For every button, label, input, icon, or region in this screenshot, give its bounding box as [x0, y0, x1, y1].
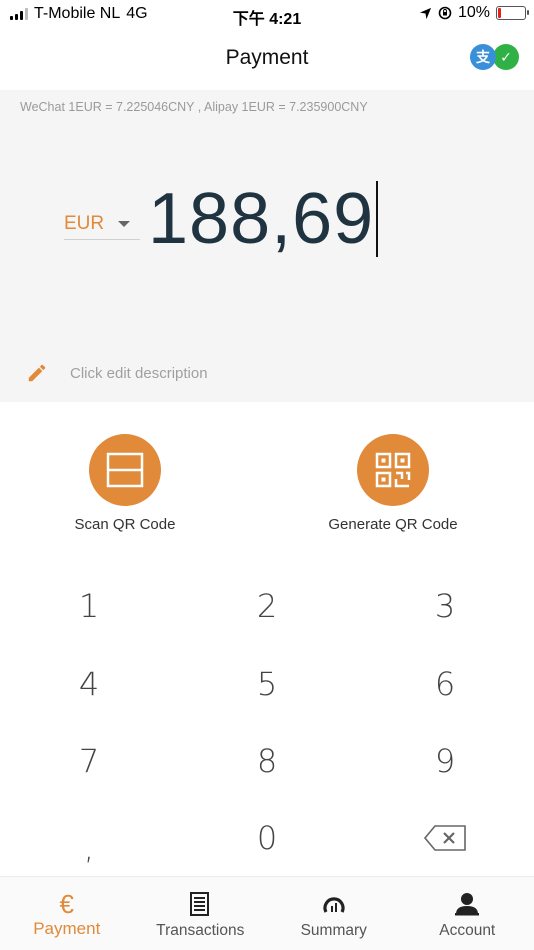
backspace-key[interactable] — [365, 806, 525, 870]
nav-summary[interactable]: Summary — [267, 877, 401, 950]
text-cursor — [376, 181, 379, 257]
caret-down-icon — [118, 220, 131, 227]
key-1[interactable]: 1 — [9, 574, 169, 638]
battery-level — [498, 8, 501, 18]
key-9[interactable]: 9 — [365, 729, 525, 793]
alipay-icon[interactable]: 支 — [470, 44, 496, 70]
location-arrow-icon — [419, 7, 432, 19]
nav-payment[interactable]: € Payment — [0, 877, 134, 950]
currency-selector[interactable]: EUR — [64, 208, 140, 240]
user-icon — [454, 891, 480, 917]
currency-label: EUR — [64, 212, 105, 234]
nav-account-label: Account — [439, 922, 496, 939]
amount-panel: WeChat 1EUR = 7.225046CNY , Alipay 1EUR … — [0, 90, 534, 402]
page-title: Payment — [225, 46, 309, 69]
status-right: 10% — [419, 4, 529, 22]
battery-percent: 10% — [457, 4, 490, 21]
euro-icon: € — [59, 888, 74, 919]
scan-qr-button[interactable]: Scan QR Code — [35, 434, 215, 533]
description-row[interactable]: Click edit description — [26, 362, 208, 384]
gauge-icon — [322, 891, 346, 917]
amount-value: 188,69 — [148, 179, 375, 259]
orientation-lock-icon — [438, 6, 452, 20]
generate-qr-label: Generate QR Code — [328, 516, 458, 533]
receipt-icon — [190, 891, 210, 917]
key-7[interactable]: 7 — [9, 729, 169, 793]
qr-code-icon — [357, 434, 429, 506]
key-2[interactable]: 2 — [187, 574, 347, 638]
wechat-icon[interactable]: ✓ — [493, 44, 519, 70]
key-8[interactable]: 8 — [187, 729, 347, 793]
nav-summary-label: Summary — [300, 922, 367, 939]
nav-account[interactable]: Account — [401, 877, 534, 950]
nav-payment-label: Payment — [33, 919, 101, 938]
key-0[interactable]: 0 — [187, 806, 347, 870]
payment-methods[interactable]: 支 ✓ — [470, 44, 519, 70]
key-6[interactable]: 6 — [365, 652, 525, 716]
app-header: Payment 支 ✓ — [0, 28, 534, 90]
nav-transactions-label: Transactions — [156, 922, 245, 939]
status-bar: T-Mobile NL 4G 下午 4:21 10% — [0, 0, 534, 28]
battery-icon — [496, 6, 529, 20]
bottom-nav: € Payment Transactions Summary Account — [0, 876, 534, 950]
amount-input[interactable]: 188,69 — [148, 178, 379, 260]
scan-icon — [89, 434, 161, 506]
key-3[interactable]: 3 — [365, 574, 525, 638]
key-4[interactable]: 4 — [9, 652, 169, 716]
generate-qr-button[interactable]: Generate QR Code — [303, 434, 483, 533]
key-comma[interactable]: , — [9, 816, 169, 880]
pencil-icon — [28, 364, 46, 382]
nav-transactions[interactable]: Transactions — [134, 877, 268, 950]
key-5[interactable]: 5 — [187, 652, 347, 716]
backspace-icon — [423, 825, 466, 851]
description-placeholder: Click edit description — [70, 364, 208, 382]
scan-qr-label: Scan QR Code — [74, 516, 176, 533]
exchange-rate-text: WeChat 1EUR = 7.225046CNY , Alipay 1EUR … — [20, 100, 368, 114]
